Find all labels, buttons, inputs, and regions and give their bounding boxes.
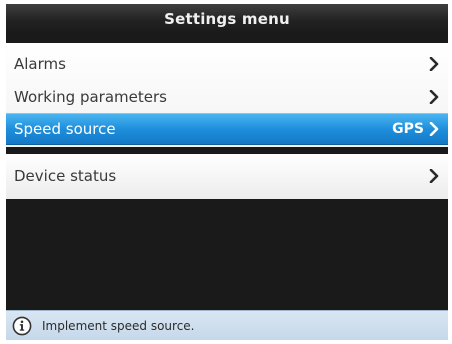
device-menu-list: Device status <box>6 154 448 199</box>
status-bar: Implement speed source. <box>6 310 448 340</box>
menu-item-alarms[interactable]: Alarms <box>6 48 448 80</box>
title-bar: Settings menu <box>6 4 448 34</box>
menu-item-label: Alarms <box>14 55 66 73</box>
chevron-right-icon <box>428 56 440 72</box>
menu-item-working-parameters[interactable]: Working parameters <box>6 81 448 113</box>
chevron-right-icon <box>428 89 440 105</box>
info-icon <box>12 316 32 336</box>
status-message: Implement speed source. <box>42 318 195 333</box>
menu-item-device-status[interactable]: Device status <box>6 160 448 192</box>
settings-menu-list: Alarms Working parameters Speed source G… <box>6 43 448 147</box>
settings-screen: Settings menu Alarms Working parameters … <box>6 4 448 340</box>
page-title: Settings menu <box>164 10 290 28</box>
speed-source-value: GPS <box>392 121 424 137</box>
menu-item-label: Working parameters <box>14 88 167 106</box>
menu-item-label: Speed source <box>14 120 116 138</box>
menu-item-speed-source[interactable]: Speed source GPS <box>6 113 448 145</box>
chevron-right-icon <box>428 168 440 184</box>
chevron-right-icon <box>428 121 440 137</box>
menu-item-label: Device status <box>14 167 117 185</box>
